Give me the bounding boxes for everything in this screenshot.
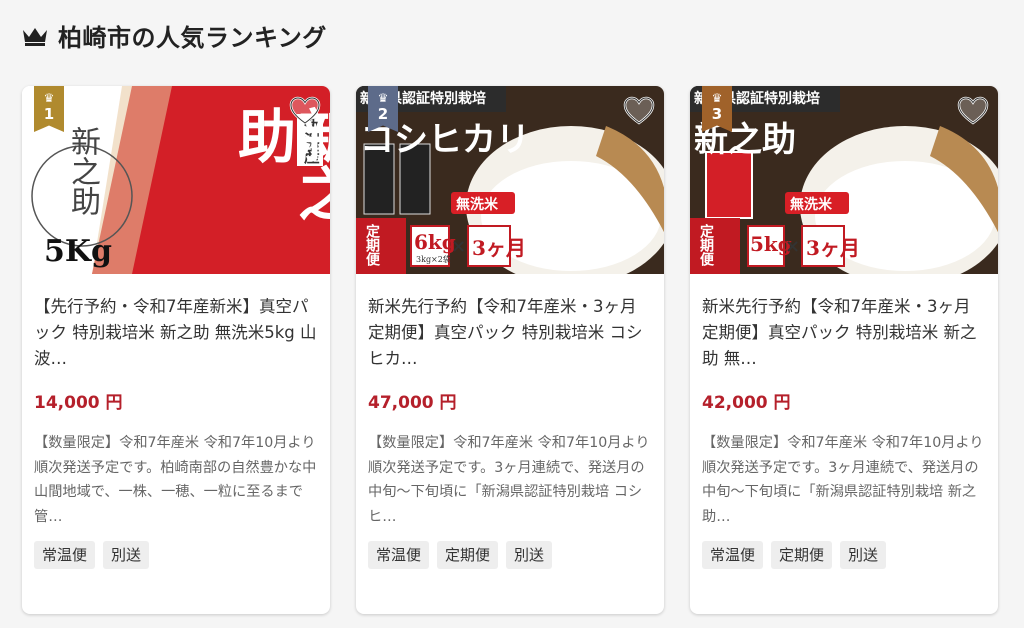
product-card-rank-3[interactable]: 新潟県認証特別栽培 新之助 無洗米 定期便 5kg × 3ヶ月 ♛ 3 新米先行… [690,86,998,614]
rank-badge: ♛ 2 [368,86,398,132]
favorite-heart-icon[interactable] [956,94,990,128]
product-image[interactable]: 新潟県認証特別栽培 コシヒカリ 無洗米 定期便 6kg 3kg×2袋 × 3ヶ月… [356,86,664,274]
product-card-rank-1[interactable]: 新潟産 新之助 新之助 5Kg ♛ 1 【先行予約・令和7年産新米】真空パック … [22,86,330,614]
image-amount-text: 6kg [414,230,456,254]
tag-separate-shipping: 別送 [506,541,553,569]
image-times-text: × [785,236,801,257]
image-teiki-text: 定期便 [698,224,714,266]
tag-list: 常温便 別送 [34,541,318,569]
product-price: 14,000 円 [34,393,123,413]
tag-subscription: 定期便 [771,541,833,569]
product-title[interactable]: 新米先行予約【令和7年産米・3ヶ月定期便】真空パック 特別栽培米 コシヒカ… [368,294,652,372]
product-title[interactable]: 【先行予約・令和7年産新米】真空パック 特別栽培米 新之助 無洗米5kg 山波… [34,294,318,372]
image-seal-text: 新之助 [65,126,100,216]
crown-icon: ♛ [377,91,389,105]
image-months-text: 3ヶ月 [806,236,860,260]
section-title: 柏崎市の人気ランキング [58,24,327,52]
product-card-rank-2[interactable]: 新潟県認証特別栽培 コシヒカリ 無洗米 定期便 6kg 3kg×2袋 × 3ヶ月… [356,86,664,614]
crown-icon: ♛ [43,91,55,105]
product-description: 【数量限定】令和7年産米 令和7年10月より順次発送予定です。柏崎南部の自然豊か… [34,435,317,525]
tag-subscription: 定期便 [437,541,499,569]
favorite-heart-icon[interactable] [288,94,322,128]
rank-badge: ♛ 3 [702,86,732,132]
product-title[interactable]: 新米先行予約【令和7年産米・3ヶ月定期便】真空パック 特別栽培米 新之助 無… [702,294,986,372]
product-price: 47,000 円 [368,393,457,413]
tag-ambient-delivery: 常温便 [368,541,430,569]
image-brand-text: 新之助 [228,106,330,222]
rank-number: 2 [377,105,389,123]
tag-list: 常温便 定期便 別送 [702,541,986,569]
tag-ambient-delivery: 常温便 [702,541,764,569]
tag-list: 常温便 定期便 別送 [368,541,652,569]
crown-icon [22,26,48,46]
rank-badge: ♛ 1 [34,86,64,132]
image-weight-text: 5Kg [44,234,112,269]
ranking-header: 柏崎市の人気ランキング [22,18,327,53]
product-image[interactable]: 新潟産 新之助 新之助 5Kg ♛ 1 [22,86,330,274]
product-description: 【数量限定】令和7年産米 令和7年10月より順次発送予定です。3ヶ月連続で、発送… [702,435,984,525]
tag-separate-shipping: 別送 [840,541,887,569]
ranking-list: 新潟産 新之助 新之助 5Kg ♛ 1 【先行予約・令和7年産新米】真空パック … [22,86,998,614]
crown-icon: ♛ [711,91,723,105]
image-sub-text: 3kg×2袋 [416,255,451,264]
product-price: 42,000 円 [702,393,791,413]
tag-ambient-delivery: 常温便 [34,541,96,569]
tag-separate-shipping: 別送 [103,541,150,569]
image-months-text: 3ヶ月 [472,236,526,260]
image-times-text: × [451,236,467,257]
rank-number: 1 [43,105,55,123]
rank-number: 3 [711,105,723,123]
image-wash-text: 無洗米 [456,197,498,213]
favorite-heart-icon[interactable] [622,94,656,128]
product-image[interactable]: 新潟県認証特別栽培 新之助 無洗米 定期便 5kg × 3ヶ月 ♛ 3 [690,86,998,274]
image-wash-text: 無洗米 [790,197,832,213]
image-teiki-text: 定期便 [364,224,380,266]
product-description: 【数量限定】令和7年産米 令和7年10月より順次発送予定です。3ヶ月連続で、発送… [368,435,650,525]
